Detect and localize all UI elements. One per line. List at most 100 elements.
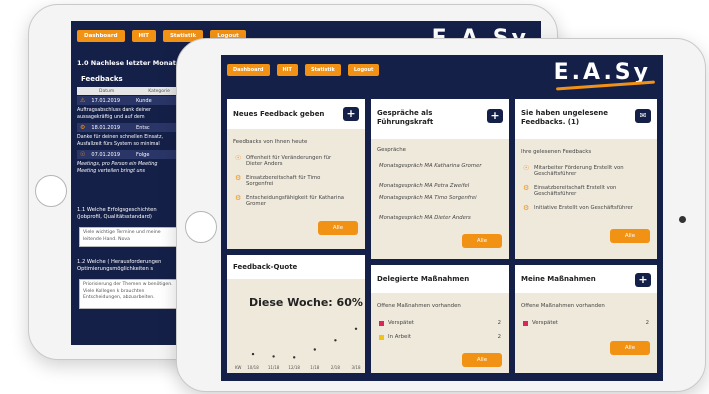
row-date: 18.01.2019 <box>91 124 121 131</box>
card-header: Meine Maßnahmen + <box>515 265 657 293</box>
list-item[interactable]: ⚙ Entscheidungsfähigkeit für Katharina G… <box>235 194 346 207</box>
x-tick-label: 1/18 <box>310 365 319 370</box>
chart-point <box>251 352 255 356</box>
conversation-link[interactable]: Monatsgespräch MA Petra Zweifel <box>379 183 489 189</box>
col-datum: Datum <box>99 88 115 94</box>
x-tick-label: 10/18 <box>247 365 259 370</box>
all-button[interactable]: Alle <box>610 341 650 355</box>
all-button[interactable]: Alle <box>462 353 502 367</box>
list-item[interactable]: ⚙ Einsatzbereitschaft Erstellt von Gesch… <box>523 184 644 197</box>
table-header: Datum Kategorie <box>77 87 177 95</box>
measure-row[interactable]: Verspätet 2 <box>523 320 649 326</box>
card-subtitle: Gespräche <box>377 147 406 153</box>
card-delegated-measures: Delegierte Maßnahmen Offene Maßnahmen vo… <box>371 265 509 373</box>
x-tick-label: 3/18 <box>352 365 361 370</box>
card-subtitle: Feedbacks von Ihnen heute <box>233 139 308 145</box>
list-item[interactable]: ☉ Offenheit für Veränderungen für Dieter… <box>235 154 346 167</box>
conversation-link[interactable]: Monatsgespräch MA Katharina Gromer <box>379 163 489 169</box>
all-button[interactable]: Alle <box>462 234 502 248</box>
card-header: Delegierte Maßnahmen <box>371 265 509 293</box>
x-tick-label: 11/18 <box>268 365 280 370</box>
camera-icon <box>679 216 686 223</box>
table-row[interactable]: ⚙ 18.01.2019 Entsc <box>77 123 177 132</box>
x-tick-label: KW <box>235 365 241 370</box>
row-count: 2 <box>645 320 649 326</box>
card-feedback-quote: Feedback-Quote Diese Woche: 60% KW 10/18 1… <box>227 255 365 373</box>
chart-point <box>293 356 296 359</box>
row-label: Verspätet <box>388 320 414 326</box>
card-title: Neues Feedback geben <box>233 110 325 118</box>
all-button[interactable]: Alle <box>318 221 358 235</box>
list-item[interactable]: ⚙ Einsatzbereitschaft für Timo Sorgenfre… <box>235 174 346 187</box>
row-category: Entsc <box>136 124 150 131</box>
nav-hit[interactable]: HIT <box>131 30 156 42</box>
conversation-link[interactable]: Monatsgespräch MA Timo Sorgenfrei <box>379 195 489 201</box>
chart-point <box>272 355 275 358</box>
card-title: Gespräche als Führungskraft <box>377 109 434 126</box>
lightbulb-icon: ☉ <box>80 151 86 158</box>
feedback-text: Meetings, pro Person ein Meeting Meeting… <box>77 162 158 174</box>
row-date: 17.01.2019 <box>91 97 121 104</box>
list-item[interactable]: ☉ Mitarbeiter Förderung Erstellt von Ges… <box>523 164 644 177</box>
lightbulb-icon: ☉ <box>523 164 530 172</box>
home-button[interactable] <box>185 211 217 243</box>
front-screen: Dashboard HIT Statistik Logout E.A.Sy Ne… <box>221 55 663 381</box>
x-tick-label: 12/18 <box>288 365 300 370</box>
answer-1[interactable]: Viele wichtige Termine und meine leitend… <box>79 227 179 247</box>
feedback-text: Danke für deinen schnellen Einsatz, Ausf… <box>77 135 163 147</box>
table-row[interactable]: ⚠ 17.01.2019 Kunde <box>77 96 177 105</box>
status-late-icon <box>379 320 384 326</box>
measure-row[interactable]: In Arbeit 2 <box>379 334 501 340</box>
card-title: Feedback-Quote <box>233 263 298 271</box>
table-row[interactable]: ☉ 07.01.2019 Folge <box>77 150 177 159</box>
tablet-front: Dashboard HIT Statistik Logout E.A.Sy Ne… <box>176 38 706 392</box>
all-button[interactable]: Alle <box>610 229 650 243</box>
home-button[interactable] <box>35 175 67 207</box>
nav-logout[interactable]: Logout <box>347 64 380 76</box>
card-header: Sie haben ungelesene Feedbacks. (1) ✉ <box>515 99 657 139</box>
conversation-link[interactable]: Monatsgespräch MA Dieter Anders <box>379 215 489 221</box>
card-subtitle: Ihre gelesenen Feedbacks <box>521 149 592 155</box>
quote-value: Diese Woche: 60% <box>249 296 363 309</box>
feedbacks-title: Feedbacks <box>81 75 123 83</box>
row-category: Kunde <box>136 97 152 104</box>
feedback-text: Auftragsabschluss dank deiner aussagekrä… <box>77 108 151 120</box>
chart-point <box>354 327 358 330</box>
card-header: Feedback-Quote <box>227 255 365 279</box>
row-count: 2 <box>497 334 501 340</box>
quote-chart: KW 10/18 11/18 12/18 1/18 2/18 3/18 <box>235 327 361 370</box>
add-icon[interactable]: + <box>487 109 503 123</box>
card-header: Neues Feedback geben + <box>227 99 365 129</box>
card-new-feedback: Neues Feedback geben + Feedbacks von Ihn… <box>227 99 365 249</box>
card-header: Gespräche als Führungskraft + <box>371 99 509 139</box>
col-kategorie: Kategorie <box>148 88 170 94</box>
mail-icon[interactable]: ✉ <box>635 109 651 123</box>
stage: Dashboard HIT Statistik Logout E.A.Sy 1.… <box>0 0 709 394</box>
nav-statistik[interactable]: Statistik <box>304 64 341 76</box>
nav-dashboard[interactable]: Dashboard <box>227 64 270 76</box>
lightbulb-icon: ☉ <box>235 154 242 162</box>
add-icon[interactable]: + <box>635 273 651 287</box>
gear-icon: ⚙ <box>80 124 86 131</box>
gear-icon: ⚙ <box>523 184 530 192</box>
add-icon[interactable]: + <box>343 107 359 121</box>
row-date: 07.01.2019 <box>91 151 121 158</box>
card-title: Delegierte Maßnahmen <box>377 275 470 283</box>
chart-point <box>334 339 337 342</box>
status-late-icon <box>523 320 528 326</box>
warning-icon: ⚠ <box>80 97 86 104</box>
question-2: 1.2 Welche ( Herausforderungen Optimieru… <box>77 259 162 272</box>
card-subtitle: Offene Maßnahmen vorhanden <box>377 303 461 309</box>
measure-row[interactable]: Verspätet 2 <box>379 320 501 326</box>
question-1: 1.1 Welche Erfolgsgeschichten (Jobprofil… <box>77 207 157 220</box>
row-label: In Arbeit <box>388 334 411 340</box>
card-gespraeche: Gespräche als Führungskraft + Gespräche … <box>371 99 509 259</box>
chart-point <box>313 348 316 351</box>
card-subtitle: Offene Maßnahmen vorhanden <box>521 303 605 309</box>
nav-dashboard[interactable]: Dashboard <box>77 30 125 42</box>
list-item[interactable]: ⚙ Initiative Erstellt von Geschäftsführe… <box>523 204 644 211</box>
section-heading: 1.0 Nachlese letzter Monat <box>77 59 176 67</box>
answer-2[interactable]: Priorisierung der Themen w benötigen. Vi… <box>79 279 179 309</box>
row-category: Folge <box>136 151 150 158</box>
nav-hit[interactable]: HIT <box>276 64 298 76</box>
